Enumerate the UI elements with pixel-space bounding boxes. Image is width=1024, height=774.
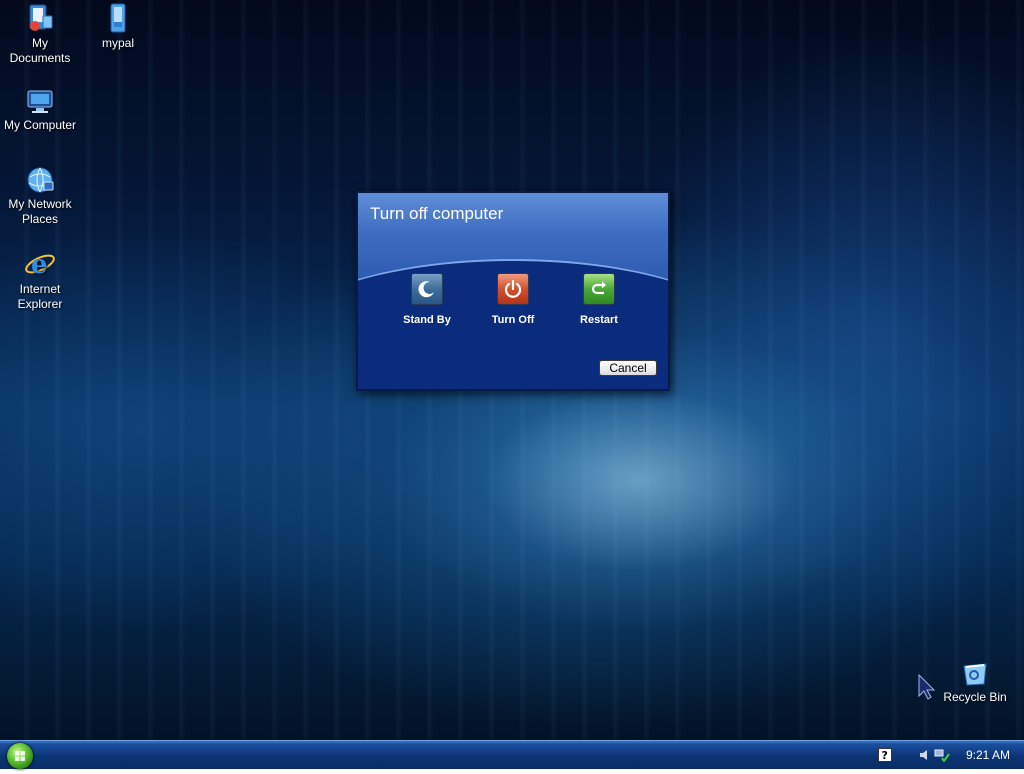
dialog-title: Turn off computer: [370, 204, 504, 223]
help-icon[interactable]: ?: [878, 748, 892, 762]
start-button[interactable]: [7, 743, 33, 769]
moon-icon: [411, 273, 443, 305]
network-globe-icon: [27, 167, 54, 193]
svg-text:?: ?: [882, 749, 888, 762]
power-icon: [497, 273, 529, 305]
folder-icon: [110, 3, 126, 33]
restart-arrow-icon: [583, 273, 615, 305]
volume-icon[interactable]: [918, 748, 932, 762]
stand-by-label: Stand By: [403, 314, 451, 326]
system-tray: ? 9:21 AM: [872, 741, 1024, 769]
desktop: My Documents mypal My Computer My Networ…: [0, 0, 1024, 740]
computer-icon: [27, 90, 53, 113]
desktop-icon-label: My Documents: [9, 36, 71, 65]
network-icon[interactable]: [934, 748, 950, 762]
desktop-icon-label: Internet Explorer: [17, 282, 63, 311]
desktop-icon-label: My Network Places: [8, 197, 72, 226]
internet-explorer-icon: e: [25, 250, 55, 280]
taskbar-clock[interactable]: 9:21 AM: [966, 748, 1010, 762]
turn-off-dialog: Turn off computer Stand By Turn Off Rest…: [356, 191, 670, 391]
desktop-icon-internet-explorer[interactable]: e Internet Explorer: [0, 248, 80, 312]
cancel-button[interactable]: Cancel: [599, 360, 657, 376]
desktop-icon-recycle-bin[interactable]: Recycle Bin: [935, 660, 1015, 705]
restart-label: Restart: [580, 314, 618, 326]
taskbar: ? 9:21 AM: [0, 740, 1024, 769]
desktop-icon-label: Recycle Bin: [943, 690, 1007, 704]
svg-text:e: e: [31, 250, 48, 280]
desktop-icon-my-computer[interactable]: My Computer: [0, 88, 80, 133]
windows-orb-icon: [15, 751, 25, 761]
recycle-bin-icon: [963, 663, 987, 686]
desktop-icon-my-network-places[interactable]: My Network Places: [0, 165, 80, 227]
desktop-icon-label: mypal: [101, 36, 134, 50]
documents-folder-icon: [29, 4, 53, 31]
turn-off-label: Turn Off: [491, 314, 535, 326]
restart-button[interactable]: Restart: [564, 273, 634, 326]
desktop-icon-label: My Computer: [3, 118, 77, 132]
desktop-icon-my-documents[interactable]: My Documents: [0, 2, 80, 66]
desktop-icon-mypal[interactable]: mypal: [78, 2, 158, 51]
stand-by-button[interactable]: Stand By: [392, 273, 462, 326]
turn-off-button[interactable]: Turn Off: [478, 273, 548, 326]
mouse-cursor-icon: [918, 674, 936, 700]
